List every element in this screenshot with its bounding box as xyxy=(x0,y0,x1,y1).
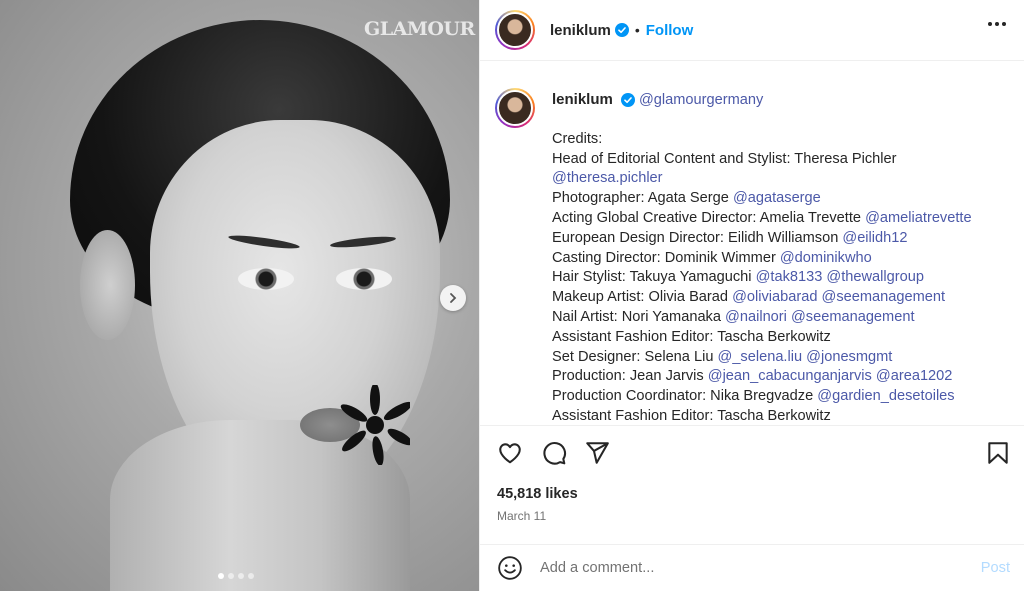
comment-input[interactable] xyxy=(540,560,940,576)
action-bar xyxy=(480,425,1024,481)
mention-link[interactable]: @area1202 xyxy=(876,368,953,384)
comment-icon[interactable] xyxy=(541,440,567,466)
caption-line: Production Coordinator: Nika Bregvadze @… xyxy=(552,387,972,407)
share-icon[interactable] xyxy=(584,440,610,466)
photo-eye-left xyxy=(238,268,294,290)
mention-link[interactable]: @agataserge xyxy=(733,190,821,206)
chevron-right-icon xyxy=(450,293,457,303)
story-ring[interactable] xyxy=(495,10,535,50)
caption-line: Head of Editorial Content and Stylist: T… xyxy=(552,150,972,170)
mention-link[interactable]: @theresa.pichler xyxy=(552,170,663,186)
mention-link[interactable]: @jean_cabacunganjarvis xyxy=(708,368,872,384)
carousel-dot xyxy=(228,573,234,579)
caption-avatar xyxy=(497,90,533,126)
mention-link[interactable]: @seemanagement xyxy=(822,289,946,305)
mention-link[interactable]: @thewallgroup xyxy=(826,269,924,285)
mention-link[interactable]: @oliviabarad xyxy=(732,289,817,305)
avatar xyxy=(497,12,533,48)
caption-text-segment: Photographer: Agata Serge xyxy=(552,190,733,207)
caption-line: Acting Global Creative Director: Amelia … xyxy=(552,209,972,229)
carousel-indicator xyxy=(218,573,254,579)
caption-area: leniklum @glamourgermany Credits: Head of… xyxy=(480,61,1024,425)
caption-line: @theresa.pichler xyxy=(552,169,972,189)
verified-badge-icon xyxy=(614,23,629,37)
mention-link[interactable]: @ameliatrevette xyxy=(865,210,971,226)
caption-line: Makeup Artist: Olivia Barad @oliviabarad… xyxy=(552,288,972,308)
heart-icon[interactable] xyxy=(497,440,523,466)
mention-link[interactable]: @dominikwho xyxy=(780,250,872,266)
caption-line: Production: Jean Jarvis @jean_cabacungan… xyxy=(552,367,972,387)
caption-line: Set Designer: Selena Liu @_selena.liu @j… xyxy=(552,348,972,368)
caption-story-ring[interactable] xyxy=(495,88,535,128)
caption-text-segment: Makeup Artist: Olivia Barad xyxy=(552,289,733,306)
caption-text-segment: Hair Stylist: Takuya Yamaguchi xyxy=(552,269,756,286)
mention-link[interactable]: @_selena.liu xyxy=(718,349,803,365)
mention-link[interactable]: @jonesmgmt xyxy=(806,349,892,365)
caption-text-segment: Production: Jean Jarvis xyxy=(552,368,708,385)
post-date[interactable]: March 11 xyxy=(497,509,546,523)
follow-button[interactable]: Follow xyxy=(646,22,694,39)
carousel-dot xyxy=(238,573,244,579)
caption-text-segment: Nail Artist: Nori Yamanaka xyxy=(552,308,726,325)
post-details-panel: leniklum • Follow leniklum @glamourgerma… xyxy=(479,0,1024,591)
comment-bar: Post xyxy=(480,544,1024,591)
caption-line: European Design Director: Eilidh William… xyxy=(552,229,972,249)
caption-text-segment: Assistant Fashion Editor: Tascha Berkowi… xyxy=(552,328,831,345)
caption-text-segment: Head of Editorial Content and Stylist: T… xyxy=(552,150,897,167)
caption-line: Credits: xyxy=(552,130,972,150)
mention-link[interactable]: @eilidh12 xyxy=(842,230,907,246)
caption-text-segment: Set Designer: Selena Liu xyxy=(552,348,718,365)
caption-text-segment: Acting Global Creative Director: Amelia … xyxy=(552,209,866,226)
carousel-dot xyxy=(218,573,224,579)
likes-count[interactable]: 45,818 likes xyxy=(497,486,578,502)
caption-text-segment: Credits: xyxy=(552,130,603,147)
more-options-icon[interactable] xyxy=(988,22,1006,26)
header-separator: • xyxy=(634,22,640,38)
post-comment-button[interactable]: Post xyxy=(981,560,1010,576)
mention-link[interactable]: @seemanagement xyxy=(791,309,915,325)
magazine-watermark: GLAMOUR xyxy=(364,18,475,40)
caption-username[interactable]: leniklum xyxy=(552,91,613,108)
next-photo-button[interactable] xyxy=(440,285,466,311)
header-username[interactable]: leniklum xyxy=(550,22,611,39)
caption-header: leniklum @glamourgermany xyxy=(552,90,972,111)
caption-text-segment: European Design Director: Eilidh William… xyxy=(552,229,843,246)
emoji-icon[interactable] xyxy=(497,555,523,581)
caption-line: Casting Director: Dominik Wimmer @domini… xyxy=(552,249,972,269)
verified-badge-icon xyxy=(620,93,635,108)
photo-ear xyxy=(80,230,135,340)
caption-line: Assistant Fashion Editor: Tascha Berkowi… xyxy=(552,328,972,348)
photo-eye-right xyxy=(336,268,392,290)
post-photo[interactable]: GLAMOUR xyxy=(0,0,479,591)
caption-text-segment: Assistant Fashion Editor: Tascha Berkowi… xyxy=(552,407,831,424)
bookmark-icon[interactable] xyxy=(985,440,1011,466)
caption-line: Nail Artist: Nori Yamanaka @nailnori @se… xyxy=(552,308,972,328)
carousel-dot xyxy=(248,573,254,579)
caption-line: Assistant Fashion Editor: Tascha Berkowi… xyxy=(552,407,972,425)
mention-link[interactable]: @nailnori xyxy=(725,309,787,325)
caption-mention-link[interactable]: @glamourgermany xyxy=(639,92,763,108)
mention-link[interactable]: @tak8133 xyxy=(756,269,823,285)
post-header: leniklum • Follow xyxy=(480,0,1024,61)
caption-text-segment: Casting Director: Dominik Wimmer xyxy=(552,249,780,266)
flower-image xyxy=(340,385,410,465)
caption-text-segment: Production Coordinator: Nika Bregvadze xyxy=(552,388,818,405)
mention-link[interactable]: @gardien_desetoiles xyxy=(817,388,954,404)
caption-line: Hair Stylist: Takuya Yamaguchi @tak8133 … xyxy=(552,268,972,288)
caption-line: Photographer: Agata Serge @agataserge xyxy=(552,189,972,209)
caption-text: Credits: Head of Editorial Content and St… xyxy=(552,130,972,425)
